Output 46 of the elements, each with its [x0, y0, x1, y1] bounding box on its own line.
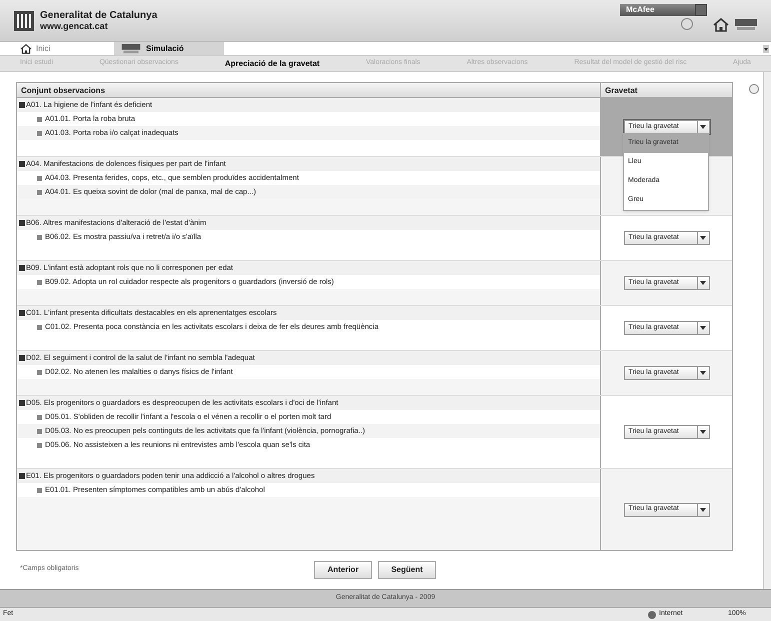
column-header: Gravetat — [600, 83, 732, 97]
home-icon[interactable] — [713, 18, 729, 32]
emblem-icon — [14, 10, 34, 30]
item-icon — [37, 116, 42, 122]
toolbar-badge[interactable]: McAfee — [620, 4, 695, 16]
scrollbar[interactable] — [763, 72, 771, 589]
item-icon — [37, 442, 42, 448]
tab[interactable]: Simulació — [114, 42, 224, 55]
collapse-icon[interactable] — [19, 265, 25, 271]
logo-icon — [120, 44, 142, 54]
collapse-icon[interactable] — [19, 102, 25, 108]
nav-button[interactable]: Anterior — [314, 561, 372, 579]
item-icon — [37, 414, 42, 420]
item-icon — [37, 324, 42, 330]
logo-icon[interactable] — [735, 19, 757, 31]
site-name: Generalitat de Catalunya — [40, 10, 158, 20]
scroll-arrow-icon[interactable] — [763, 45, 769, 53]
item-icon — [37, 370, 42, 374]
collapse-icon[interactable] — [19, 355, 25, 361]
help-icon[interactable] — [749, 84, 759, 94]
caret-icon — [696, 426, 708, 438]
dropdown-toggle[interactable] — [695, 4, 707, 16]
collapse-icon[interactable] — [19, 310, 25, 316]
collapse-icon[interactable] — [19, 473, 25, 479]
nav-button[interactable]: Següent — [378, 561, 436, 579]
collapse-icon[interactable] — [19, 161, 25, 167]
globe-icon — [648, 610, 656, 618]
caret-icon — [696, 504, 708, 516]
help-icon[interactable] — [681, 18, 693, 30]
item-icon — [37, 280, 42, 284]
caret-icon — [696, 322, 708, 334]
item-icon — [37, 234, 42, 240]
step-link[interactable]: Apreciació de la gravetat — [224, 58, 320, 70]
item-icon — [37, 488, 42, 492]
column-header: Conjunt observacions — [20, 85, 106, 97]
collapse-icon[interactable] — [19, 400, 25, 406]
home-icon — [20, 44, 32, 54]
collapse-icon[interactable] — [19, 220, 25, 226]
caret-icon — [696, 232, 708, 244]
caret-icon — [696, 367, 708, 379]
item-icon — [37, 190, 42, 194]
item-icon — [37, 130, 42, 136]
site-url[interactable]: www.gencat.cat — [40, 20, 158, 32]
caret-icon — [696, 277, 708, 289]
item-icon — [37, 428, 42, 434]
item-icon — [37, 176, 42, 180]
